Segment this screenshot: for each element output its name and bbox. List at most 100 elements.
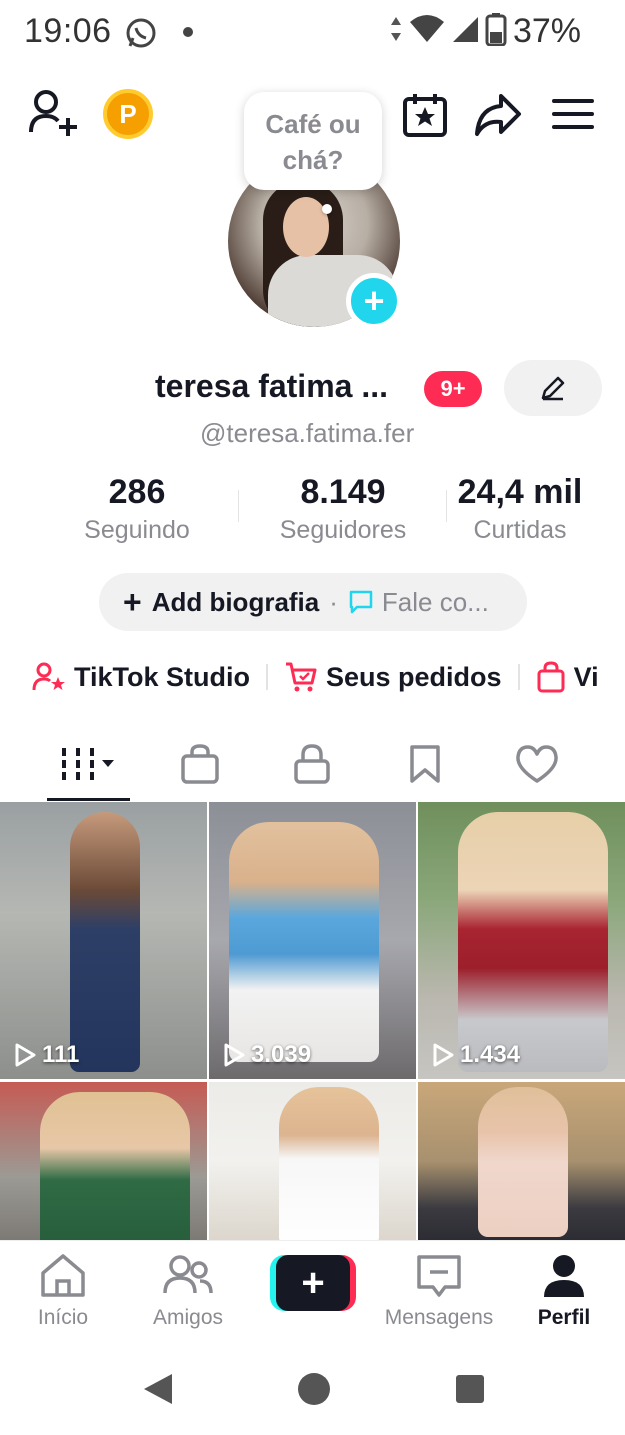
heart-icon	[516, 745, 558, 783]
video-grid: 111 3.039 1.434	[0, 802, 625, 1240]
home-icon	[41, 1254, 85, 1297]
following-count: 286	[108, 473, 166, 511]
following-label: Seguindo	[84, 516, 190, 544]
view-count: 111	[14, 1041, 79, 1069]
orders-shortcut[interactable]: Seus pedidos	[284, 661, 502, 693]
add-bio-label[interactable]: Add biografia	[152, 587, 320, 618]
home-button[interactable]	[297, 1372, 331, 1411]
likes-count: 24,4 mil	[457, 473, 583, 511]
nav-friends[interactable]: Amigos	[133, 1253, 243, 1330]
add-story-button[interactable]: +	[346, 273, 402, 329]
plus-icon: +	[123, 584, 142, 620]
video-thumbnail[interactable]: 1.434	[418, 802, 625, 1079]
plus-icon: +	[276, 1255, 350, 1311]
notification-badge[interactable]: 9+	[424, 371, 482, 407]
play-icon	[15, 1043, 36, 1067]
data-arrows-icon	[389, 15, 403, 48]
share-arrow-icon	[475, 94, 521, 136]
bookmark-icon	[410, 745, 440, 783]
play-icon	[224, 1043, 245, 1067]
coin-icon: P	[119, 98, 137, 129]
nav-home[interactable]: Início	[8, 1253, 118, 1330]
nav-label: Início	[37, 1306, 89, 1329]
followers-count: 8.149	[300, 473, 386, 511]
shortcuts-row: TikTok Studio Seus pedidos Vi	[32, 655, 599, 699]
menu-button[interactable]	[550, 92, 596, 136]
add-friend-button[interactable]	[28, 88, 80, 140]
tab-videos[interactable]	[47, 730, 130, 798]
lock-icon	[294, 744, 330, 784]
battery-percent: 37%	[512, 12, 581, 50]
status-bar: 19:06 37%	[0, 0, 625, 64]
notification-dot	[183, 27, 193, 37]
share-profile-button[interactable]	[472, 90, 524, 140]
profile-tabs	[0, 730, 625, 802]
system-nav	[0, 1344, 625, 1435]
likes-stat[interactable]: 24,4 mil Curtidas	[446, 472, 594, 548]
nav-inbox[interactable]: Mensagens	[384, 1253, 494, 1330]
wifi-icon	[409, 14, 445, 49]
video-thumbnail[interactable]	[209, 1082, 416, 1240]
showcase-shortcut[interactable]: Vi	[536, 661, 599, 693]
nav-profile[interactable]: Perfil	[509, 1253, 619, 1330]
view-count: 1.434	[432, 1041, 520, 1069]
status-right: 37%	[389, 12, 581, 51]
home-circle-icon	[298, 1373, 330, 1405]
cart-icon	[286, 662, 317, 692]
signal-icon	[451, 15, 479, 48]
shortcut-label: Seus pedidos	[326, 661, 502, 692]
shortcut-label: TikTok Studio	[74, 661, 251, 692]
following-stat[interactable]: 286 Seguindo	[76, 472, 198, 548]
divider	[266, 664, 269, 690]
tab-saved[interactable]	[395, 730, 455, 798]
calendar-star-icon	[403, 94, 447, 137]
profile-name: teresa fatima ...	[155, 368, 388, 404]
video-thumbnail[interactable]: 111	[0, 802, 207, 1079]
status-time: 19:06	[24, 12, 112, 50]
divider	[238, 490, 239, 522]
profile-icon	[544, 1255, 584, 1297]
shortcut-label: Vi	[573, 661, 599, 692]
creator-star-icon	[32, 662, 65, 691]
message-label[interactable]: Fale co...	[382, 587, 489, 618]
divider	[517, 664, 520, 690]
tiktok-studio-shortcut[interactable]: TikTok Studio	[32, 661, 250, 693]
likes-label: Curtidas	[473, 516, 567, 544]
nav-label: Perfil	[537, 1306, 591, 1329]
recents-square-icon	[456, 1375, 484, 1403]
inbox-icon	[417, 1255, 461, 1297]
tab-shop[interactable]	[170, 730, 230, 798]
chat-bubble-icon	[349, 590, 373, 614]
note-line-1: Café ou	[265, 109, 361, 139]
coins-button[interactable]: P	[103, 89, 153, 139]
video-thumbnail[interactable]: 3.039	[209, 802, 416, 1079]
battery-icon	[485, 12, 507, 51]
note-bubble[interactable]: Café ou chá?	[244, 92, 382, 190]
tab-liked[interactable]	[505, 730, 569, 798]
recents-button[interactable]	[455, 1374, 485, 1409]
nav-label: Amigos	[152, 1306, 224, 1329]
pencil-icon	[541, 376, 565, 401]
back-triangle-icon	[144, 1374, 172, 1404]
back-button[interactable]	[142, 1372, 174, 1411]
followers-stat[interactable]: 8.149 Seguidores	[268, 472, 418, 548]
hamburger-icon	[552, 99, 594, 129]
note-line-2: chá?	[282, 145, 344, 175]
followers-label: Seguidores	[279, 516, 407, 544]
create-button[interactable]: +	[270, 1255, 356, 1311]
whatsapp-icon	[124, 16, 158, 55]
tab-private[interactable]	[282, 730, 342, 798]
view-count: 3.039	[223, 1041, 311, 1069]
video-thumbnail[interactable]	[0, 1082, 207, 1240]
shopping-bag-icon	[537, 661, 565, 693]
bio-pill[interactable]: + Add biografia · Fale co...	[99, 573, 527, 631]
play-icon	[433, 1043, 454, 1067]
edit-profile-button[interactable]	[504, 360, 602, 416]
bottom-nav: Início Amigos + Mensagens Perfil	[0, 1240, 625, 1344]
video-thumbnail[interactable]	[418, 1082, 625, 1240]
calendar-button[interactable]	[400, 90, 450, 140]
bubble-tail	[322, 204, 332, 214]
add-user-icon	[29, 90, 77, 136]
friends-icon	[163, 1255, 213, 1294]
profile-handle: @teresa.fatima.fer	[200, 418, 415, 448]
